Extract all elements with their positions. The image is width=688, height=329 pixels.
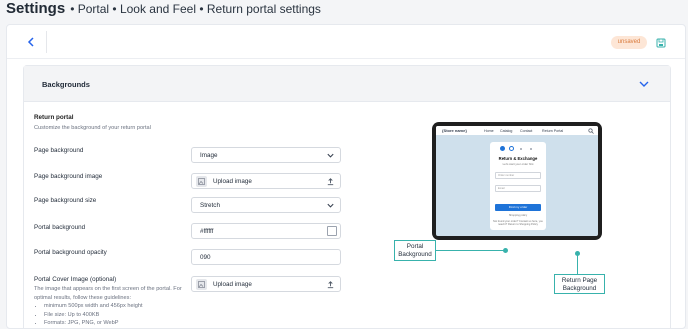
chevron-down-icon xyxy=(639,81,649,87)
page-title: Settings xyxy=(6,0,66,17)
page-background-select[interactable]: Image xyxy=(191,147,341,163)
top-bar: unsaved xyxy=(7,25,685,59)
portal-background-opacity-value: 090 xyxy=(200,254,211,261)
subsection-description: Customize the background of your return … xyxy=(34,125,151,131)
search-icon xyxy=(588,127,594,134)
callout-line xyxy=(435,250,505,251)
divider xyxy=(46,31,47,53)
callout-line xyxy=(577,254,578,275)
step-dot xyxy=(509,146,514,151)
preview-order-input: Order number xyxy=(495,172,541,179)
preview-modal-title: Return & Exchange xyxy=(498,156,538,161)
page-background-size-select[interactable]: Stretch xyxy=(191,197,341,213)
preview-screen: {Store name} Home Catalog Contact Return… xyxy=(436,126,598,236)
return-page-background-callout: Return Page Background xyxy=(554,274,605,294)
upload-image-label: Upload image xyxy=(213,281,252,288)
page-background-image-label: Page background image xyxy=(34,173,103,180)
page-background-size-value: Stretch xyxy=(200,202,220,209)
page-background-size-label: Page background size xyxy=(34,197,97,204)
chevron-down-icon xyxy=(327,203,334,208)
status-badge: unsaved xyxy=(611,36,647,49)
portal-background-callout-text: Portal Background xyxy=(398,243,432,258)
preview-email-input: Email xyxy=(495,185,541,192)
page-background-value: Image xyxy=(200,152,218,159)
upload-image-label: Upload image xyxy=(213,178,252,185)
preview-nav-link: Catalog xyxy=(500,128,513,133)
upload-icon xyxy=(327,178,334,186)
guideline-item: minimum 500px width and 456px height xyxy=(44,302,184,311)
return-page-background-callout-text: Return Page Background xyxy=(561,277,598,292)
color-swatch[interactable] xyxy=(327,226,337,236)
callout-dot xyxy=(575,251,580,256)
panel-header[interactable]: Backgrounds xyxy=(24,66,670,102)
image-placeholder-icon xyxy=(196,279,207,290)
preview-note: Not found your order? Contact us here, y… xyxy=(493,220,543,226)
breadcrumb-path: • Portal • Look and Feel • Return portal… xyxy=(70,2,321,16)
image-placeholder-icon xyxy=(196,176,207,187)
portal-background-opacity-label: Portal background opacity xyxy=(34,249,107,256)
portal-background-callout: Portal Background xyxy=(394,240,436,261)
portal-background-color-input[interactable]: #ffffff xyxy=(191,223,341,239)
upload-icon xyxy=(327,281,334,289)
step-dot xyxy=(520,147,522,150)
portal-background-opacity-input[interactable]: 090 xyxy=(191,249,341,265)
callout-dot xyxy=(503,248,508,253)
preview-link: Shopping policy xyxy=(508,214,528,217)
step-dot xyxy=(530,147,532,150)
portal-background-label: Portal background xyxy=(34,224,86,231)
chevron-down-icon xyxy=(327,153,334,158)
portal-background-value: #ffffff xyxy=(200,228,214,235)
subsection-title: Return portal xyxy=(34,114,74,121)
page-background-label: Page background xyxy=(34,147,84,154)
preview-nav: {Store name} Home Catalog Contact Return… xyxy=(436,126,598,135)
portal-cover-image-label: Portal Cover Image (optional) xyxy=(34,276,117,283)
section-title: Backgrounds xyxy=(42,80,90,89)
page-background-image-upload[interactable]: Upload image xyxy=(191,173,341,189)
preview-store-name: {Store name} xyxy=(442,128,467,133)
preview-nav-link: Return Portal xyxy=(542,128,564,133)
preview-find-button: Find my order xyxy=(495,204,541,211)
cover-image-guidelines: The image that appears on the first scre… xyxy=(34,285,184,328)
preview-nav-link: Home xyxy=(484,128,494,133)
preview-modal: Return & Exchange Let's start your order… xyxy=(490,142,546,230)
portal-cover-image-upload[interactable]: Upload image xyxy=(191,276,341,292)
step-dot xyxy=(500,146,505,151)
save-button[interactable] xyxy=(655,36,667,48)
save-icon xyxy=(656,38,666,48)
collapse-toggle[interactable] xyxy=(638,77,650,89)
chevron-left-icon xyxy=(27,37,34,47)
tablet-preview: {Store name} Home Catalog Contact Return… xyxy=(432,122,602,240)
preview-nav-link: Contact xyxy=(520,128,533,133)
breadcrumb: Settings • Portal • Look and Feel • Retu… xyxy=(6,0,321,18)
guideline-item: Formats: JPG, PNG, or WebP xyxy=(44,319,184,328)
guidelines-intro: The image that appears on the first scre… xyxy=(34,286,182,301)
back-button[interactable] xyxy=(25,36,37,48)
preview-modal-subtitle: Let's start your order first xyxy=(502,162,534,166)
guideline-item: File size: Up to 400KB xyxy=(44,311,184,320)
